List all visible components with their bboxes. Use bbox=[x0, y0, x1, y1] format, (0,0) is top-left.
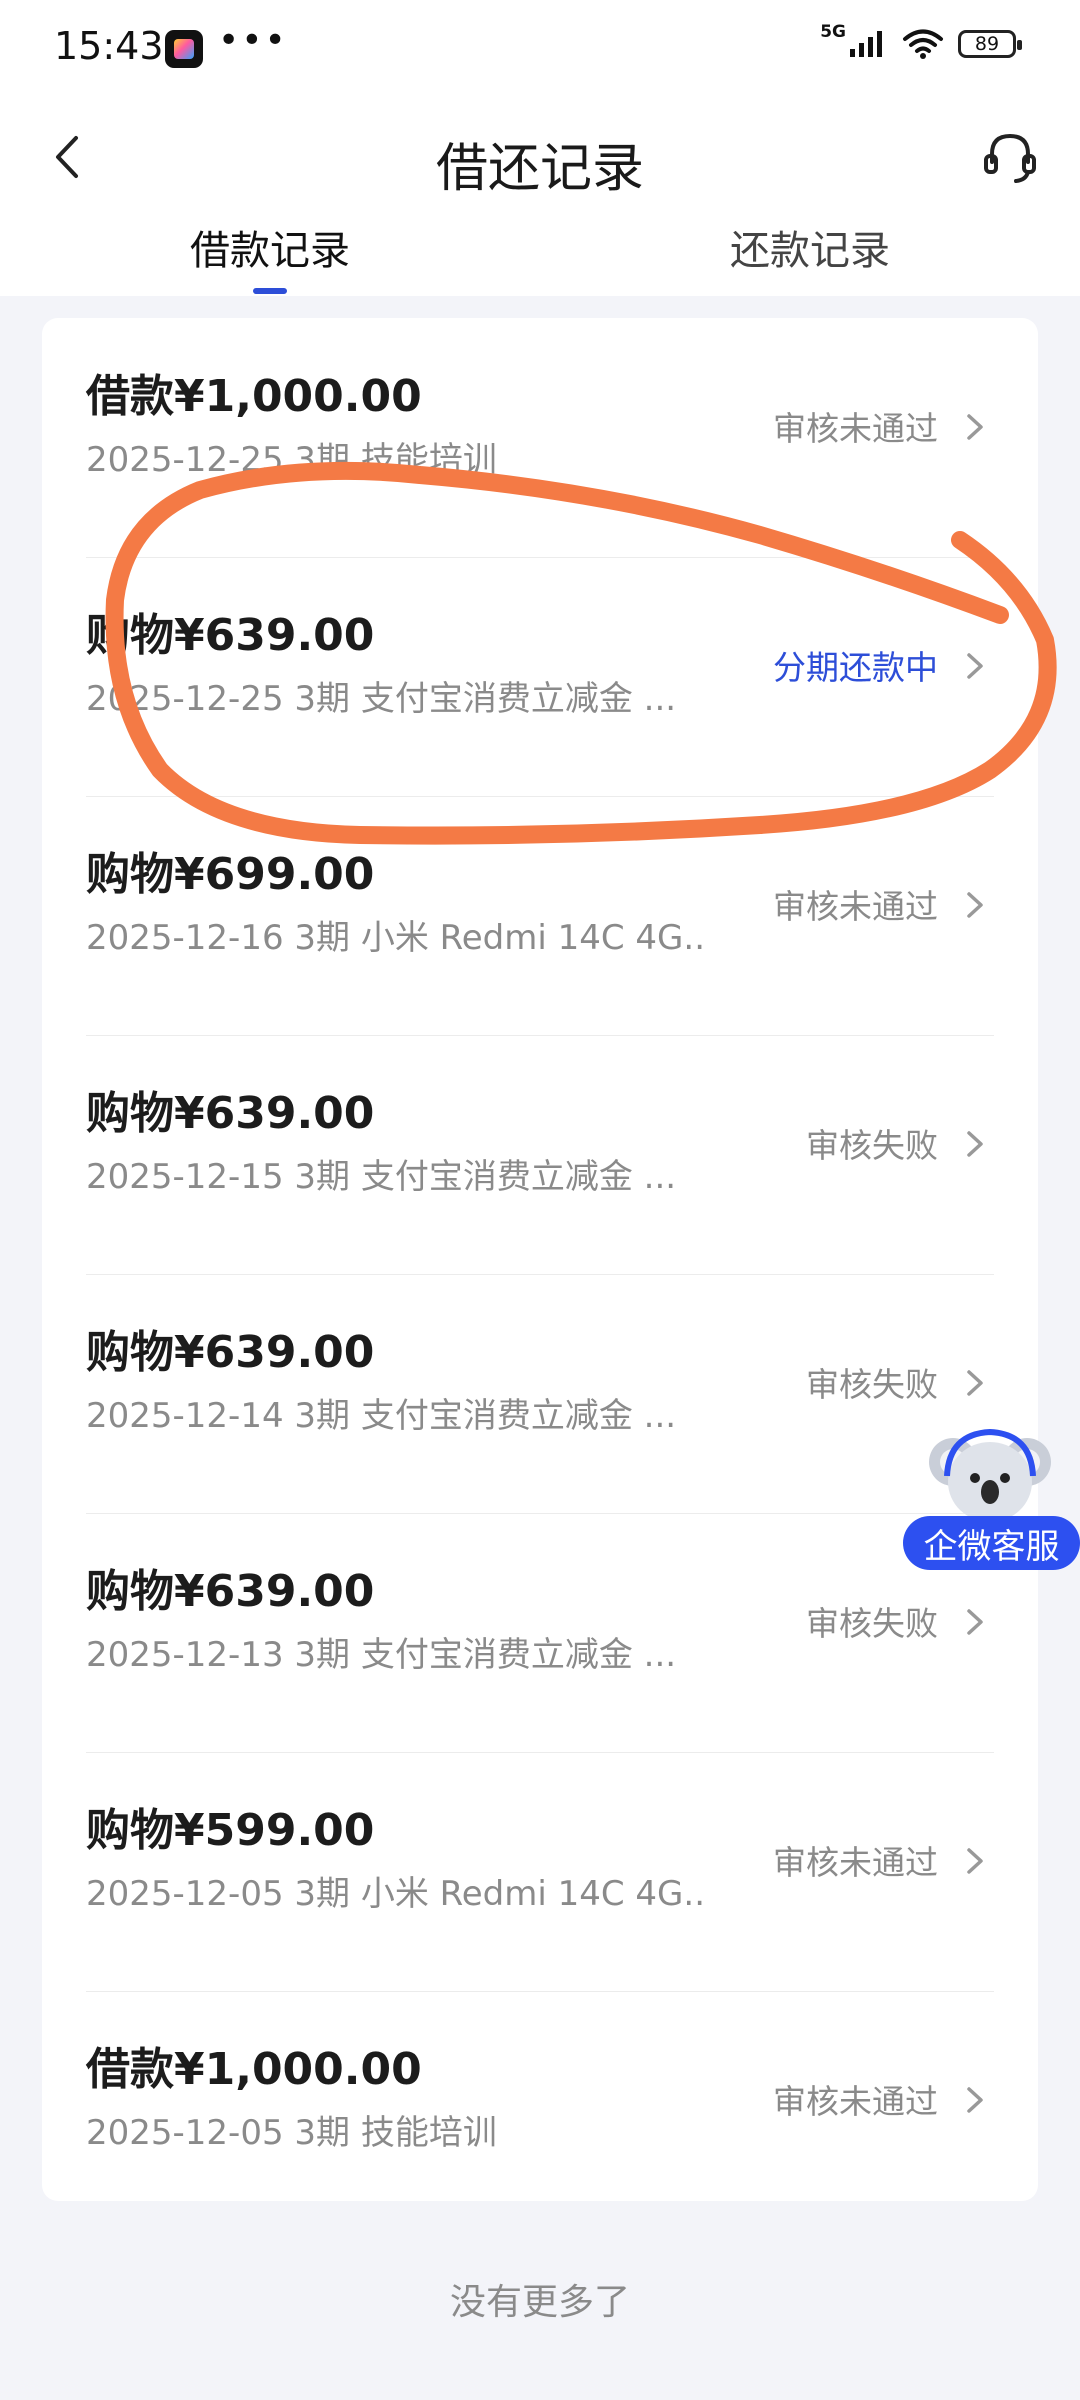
record-status: 分期还款中 bbox=[773, 648, 938, 687]
chevron-right-icon bbox=[967, 1609, 983, 1635]
chevron-right-icon bbox=[967, 1131, 983, 1157]
record-amount: 购物¥639.00 bbox=[86, 1566, 375, 1617]
record-status: 审核失败 bbox=[806, 1604, 938, 1643]
record-item[interactable]: 借款¥1,000.00 2025-12-25 3期 技能培训 审核未通过 bbox=[42, 318, 1038, 557]
record-item[interactable]: 购物¥699.00 2025-12-16 3期 小米 Redmi 14C 4G.… bbox=[42, 796, 1038, 1035]
status-bar: 15:43 ••• 5G 89 bbox=[0, 0, 1080, 100]
battery-indicator: 89 bbox=[958, 30, 1022, 58]
header: 借还记录 借款记录 还款记录 bbox=[0, 100, 1080, 296]
record-item[interactable]: 购物¥639.00 2025-12-13 3期 支付宝消费立减金 ... 审核失… bbox=[42, 1513, 1038, 1752]
page-title: 借还记录 bbox=[435, 139, 644, 199]
record-status: 审核未通过 bbox=[773, 1843, 938, 1882]
active-tab-indicator bbox=[253, 288, 287, 294]
record-details: 2025-12-05 3期 技能培训 bbox=[86, 2113, 497, 2153]
record-amount: 购物¥639.00 bbox=[86, 1327, 375, 1378]
record-item[interactable]: 购物¥639.00 2025-12-14 3期 支付宝消费立减金 ... 审核失… bbox=[42, 1274, 1038, 1513]
chevron-right-icon bbox=[967, 2087, 983, 2113]
record-status: 审核未通过 bbox=[773, 887, 938, 926]
app-notification-icon bbox=[165, 30, 203, 68]
wecom-service-button[interactable]: 企微客服 bbox=[903, 1420, 1080, 1570]
status-indicators: 5G 89 bbox=[820, 22, 1022, 60]
record-details: 2025-12-14 3期 支付宝消费立减金 ... bbox=[86, 1396, 677, 1436]
record-amount: 购物¥639.00 bbox=[86, 610, 375, 661]
tab-loan-records[interactable]: 借款记录 bbox=[190, 218, 350, 276]
chevron-right-icon bbox=[967, 414, 983, 440]
chevron-right-icon bbox=[967, 1370, 983, 1396]
chevron-right-icon bbox=[967, 1848, 983, 1874]
record-details: 2025-12-25 3期 技能培训 bbox=[86, 440, 497, 480]
record-status: 审核失败 bbox=[806, 1126, 938, 1165]
tab-repayment-records[interactable]: 还款记录 bbox=[730, 218, 890, 276]
record-amount: 借款¥1,000.00 bbox=[86, 371, 422, 422]
record-item[interactable]: 购物¥599.00 2025-12-05 3期 小米 Redmi 14C 4G.… bbox=[42, 1752, 1038, 1991]
chevron-right-icon bbox=[967, 653, 983, 679]
record-item[interactable]: 借款¥1,000.00 2025-12-05 3期 技能培训 审核未通过 bbox=[42, 1991, 1038, 2230]
signal-icon bbox=[850, 31, 882, 57]
record-amount: 购物¥639.00 bbox=[86, 1088, 375, 1139]
record-details: 2025-12-16 3期 小米 Redmi 14C 4G... bbox=[86, 918, 706, 958]
status-more-dots: ••• bbox=[218, 20, 288, 61]
status-time: 15:43 bbox=[54, 24, 164, 68]
record-amount: 购物¥699.00 bbox=[86, 849, 375, 900]
wecom-service-label: 企微客服 bbox=[903, 1516, 1080, 1570]
record-status: 审核未通过 bbox=[773, 409, 938, 448]
record-tabs: 借款记录 还款记录 bbox=[0, 218, 1080, 296]
list-end-text: 没有更多了 bbox=[449, 2282, 630, 2323]
headset-icon[interactable] bbox=[980, 126, 1040, 188]
record-item[interactable]: 购物¥639.00 2025-12-25 3期 支付宝消费立减金 ... 分期还… bbox=[42, 557, 1038, 796]
records-list: 借款¥1,000.00 2025-12-25 3期 技能培训 审核未通过 购物¥… bbox=[42, 318, 1038, 2201]
chevron-right-icon bbox=[967, 892, 983, 918]
record-details: 2025-12-05 3期 小米 Redmi 14C 4G... bbox=[86, 1874, 706, 1914]
network-type-label: 5G bbox=[820, 22, 846, 42]
wifi-icon bbox=[903, 29, 943, 59]
record-status: 审核失败 bbox=[806, 1365, 938, 1404]
record-amount: 借款¥1,000.00 bbox=[86, 2044, 422, 2095]
record-status: 审核未通过 bbox=[773, 2082, 938, 2121]
koala-mascot-icon bbox=[929, 1428, 1051, 1522]
record-item[interactable]: 购物¥639.00 2025-12-15 3期 支付宝消费立减金 ... 审核失… bbox=[42, 1035, 1038, 1274]
record-details: 2025-12-15 3期 支付宝消费立减金 ... bbox=[86, 1157, 677, 1197]
record-details: 2025-12-13 3期 支付宝消费立减金 ... bbox=[86, 1635, 677, 1675]
record-details: 2025-12-25 3期 支付宝消费立减金 ... bbox=[86, 679, 677, 719]
record-amount: 购物¥599.00 bbox=[86, 1805, 375, 1856]
